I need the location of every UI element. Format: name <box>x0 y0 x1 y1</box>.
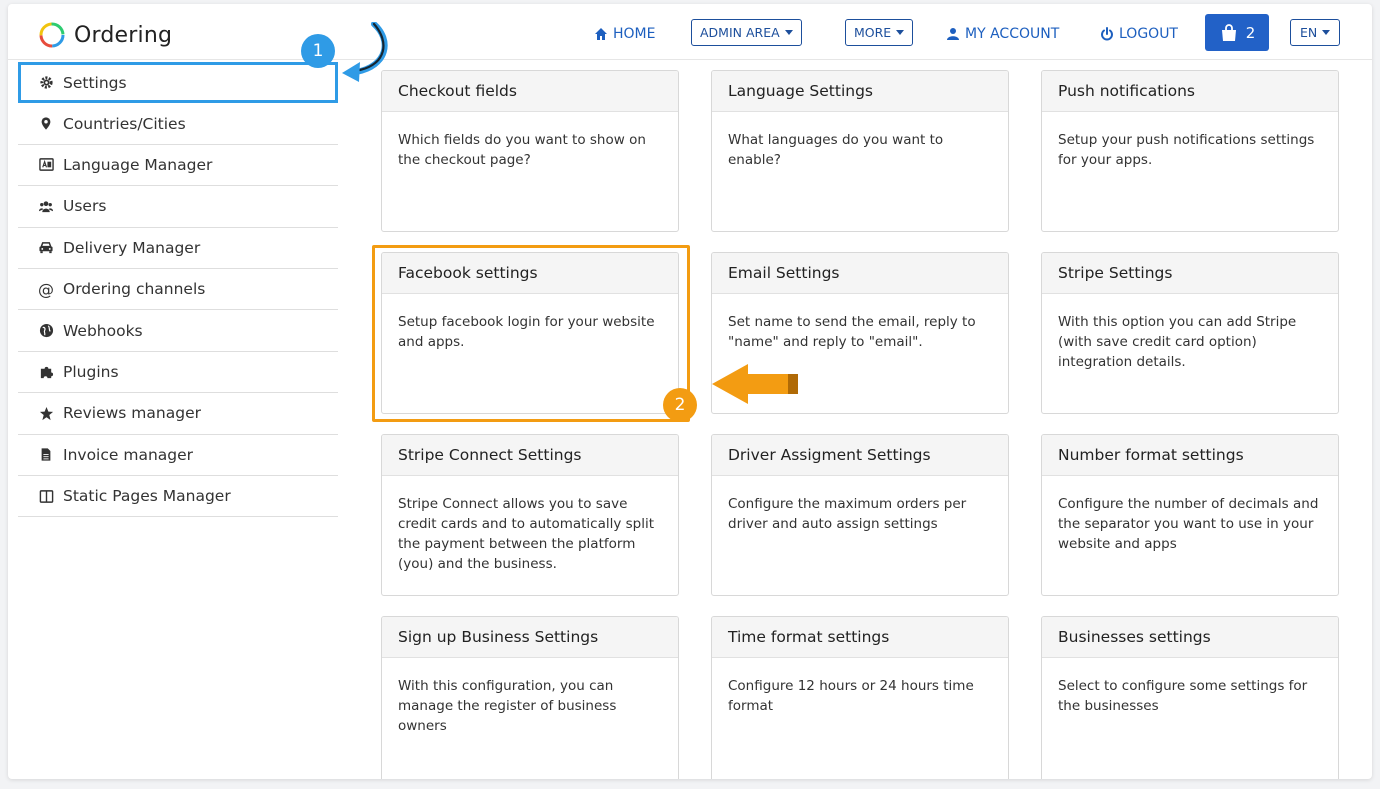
sidebar-item-label: Users <box>63 197 107 216</box>
card-signup-business-settings[interactable]: Sign up Business Settings With this conf… <box>381 616 679 779</box>
card-number-format-settings[interactable]: Number format settings Configure the num… <box>1041 434 1339 596</box>
card-title: Checkout fields <box>382 71 678 112</box>
card-description: Stripe Connect allows you to save credit… <box>398 496 655 572</box>
card-title: Number format settings <box>1042 435 1338 476</box>
power-icon <box>1101 27 1113 41</box>
step-2-badge: 2 <box>663 388 697 422</box>
step-1-arrow-icon <box>342 22 388 82</box>
card-description: With this option you can add Stripe (wit… <box>1058 314 1297 370</box>
sidebar-item-webhooks[interactable]: Webhooks <box>18 310 338 352</box>
sidebar-item-settings[interactable]: Settings <box>18 62 338 104</box>
sidebar-item-label: Countries/Cities <box>63 114 186 133</box>
card-title: Stripe Settings <box>1042 253 1338 294</box>
ordering-logo-icon <box>39 22 65 48</box>
language-dropdown[interactable]: EN <box>1290 19 1341 46</box>
sidebar-item-label: Language Manager <box>63 155 213 174</box>
sidebar-item-label: Invoice manager <box>63 445 194 464</box>
card-description: Set name to send the email, reply to "na… <box>728 314 976 350</box>
language-label: EN <box>1300 25 1318 40</box>
card-description: Configure the number of decimals and the… <box>1058 496 1319 552</box>
card-description: Setup facebook login for your website an… <box>398 314 655 350</box>
card-description: With this configuration, you can manage … <box>398 678 617 734</box>
logout-label: LOGOUT <box>1119 26 1178 42</box>
shopping-bag-icon <box>1221 23 1236 41</box>
chevron-down-icon <box>784 30 793 35</box>
chevron-down-icon <box>896 30 905 35</box>
sidebar-item-reviews-manager[interactable]: Reviews manager <box>18 393 338 435</box>
card-description: Configure the maximum orders per driver … <box>728 496 967 532</box>
users-icon <box>38 198 54 214</box>
card-title: Push notifications <box>1042 71 1338 112</box>
my-account-link[interactable]: MY ACCOUNT <box>946 22 1059 46</box>
car-icon <box>38 240 54 256</box>
cart-count: 2 <box>1245 23 1256 42</box>
card-title: Businesses settings <box>1042 617 1338 658</box>
card-description: Setup your push notifications settings f… <box>1058 132 1315 168</box>
sidebar-item-users[interactable]: Users <box>18 186 338 228</box>
card-title: Email Settings <box>712 253 1008 294</box>
sidebar-item-label: Webhooks <box>63 321 143 340</box>
puzzle-icon <box>38 364 54 380</box>
sidebar-item-language-manager[interactable]: Language Manager <box>18 145 338 187</box>
globe-icon <box>38 323 54 339</box>
card-title: Facebook settings <box>382 253 678 294</box>
card-facebook-settings[interactable]: Facebook settings Setup facebook login f… <box>381 252 679 414</box>
brand[interactable]: Ordering <box>38 21 172 49</box>
card-description: What languages do you want to enable? <box>728 132 944 168</box>
sidebar-item-label: Ordering channels <box>63 280 206 299</box>
sidebar: Settings Countries/Cities Language Manag… <box>18 62 338 518</box>
sidebar-item-invoice-manager[interactable]: Invoice manager <box>18 435 338 476</box>
sidebar-item-ordering-channels[interactable]: @ Ordering channels <box>18 269 338 311</box>
card-stripe-connect-settings[interactable]: Stripe Connect Settings Stripe Connect a… <box>381 434 679 596</box>
sidebar-item-countries[interactable]: Countries/Cities <box>18 103 338 145</box>
user-icon <box>947 28 959 40</box>
card-stripe-settings[interactable]: Stripe Settings With this option you can… <box>1041 252 1339 414</box>
brand-name: Ordering <box>74 22 173 48</box>
home-icon <box>595 28 607 40</box>
nav-home-link[interactable]: HOME <box>594 22 655 46</box>
my-account-label: MY ACCOUNT <box>965 26 1060 42</box>
sidebar-item-plugins[interactable]: Plugins <box>18 352 338 394</box>
card-language-settings[interactable]: Language Settings What languages do you … <box>711 70 1009 232</box>
language-icon <box>38 157 54 173</box>
nav-home-label: HOME <box>613 26 656 42</box>
card-driver-assignment-settings[interactable]: Driver Assigment Settings Configure the … <box>711 434 1009 596</box>
sidebar-item-label: Static Pages Manager <box>63 487 231 506</box>
card-time-format-settings[interactable]: Time format settings Configure 12 hours … <box>711 616 1009 779</box>
card-title: Sign up Business Settings <box>382 617 678 658</box>
gear-icon <box>38 75 54 91</box>
sidebar-item-label: Plugins <box>63 362 119 381</box>
card-title: Language Settings <box>712 71 1008 112</box>
cart-button[interactable]: 2 <box>1205 14 1269 51</box>
card-title: Time format settings <box>712 617 1008 658</box>
sidebar-item-delivery-manager[interactable]: Delivery Manager <box>18 228 338 269</box>
top-navbar: Ordering HOME ADMIN AREA MORE MY ACCOUNT… <box>8 4 1372 60</box>
columns-icon <box>38 488 54 504</box>
card-push-notifications[interactable]: Push notifications Setup your push notif… <box>1041 70 1339 232</box>
card-businesses-settings[interactable]: Businesses settings Select to configure … <box>1041 616 1339 779</box>
admin-area-dropdown[interactable]: ADMIN AREA <box>691 19 802 46</box>
card-title: Stripe Connect Settings <box>382 435 678 476</box>
step-2-arrow-icon <box>712 364 798 404</box>
card-description: Configure 12 hours or 24 hours time form… <box>728 678 974 714</box>
card-title: Driver Assigment Settings <box>712 435 1008 476</box>
map-marker-icon <box>38 116 54 132</box>
sidebar-item-label: Delivery Manager <box>63 238 201 257</box>
sidebar-item-static-pages-manager[interactable]: Static Pages Manager <box>18 476 338 518</box>
chevron-down-icon <box>1322 30 1331 35</box>
more-dropdown[interactable]: MORE <box>845 19 914 46</box>
sidebar-item-label: Settings <box>63 73 127 92</box>
star-icon <box>38 405 54 421</box>
logout-link[interactable]: LOGOUT <box>1100 22 1178 46</box>
sidebar-item-label: Reviews manager <box>63 404 201 423</box>
more-label: MORE <box>854 25 892 40</box>
card-description: Which fields do you want to show on the … <box>398 132 646 168</box>
at-icon: @ <box>38 279 54 299</box>
card-checkout-fields[interactable]: Checkout fields Which fields do you want… <box>381 70 679 232</box>
file-icon <box>38 447 54 463</box>
admin-area-label: ADMIN AREA <box>700 25 780 40</box>
card-description: Select to configure some settings for th… <box>1058 678 1308 714</box>
